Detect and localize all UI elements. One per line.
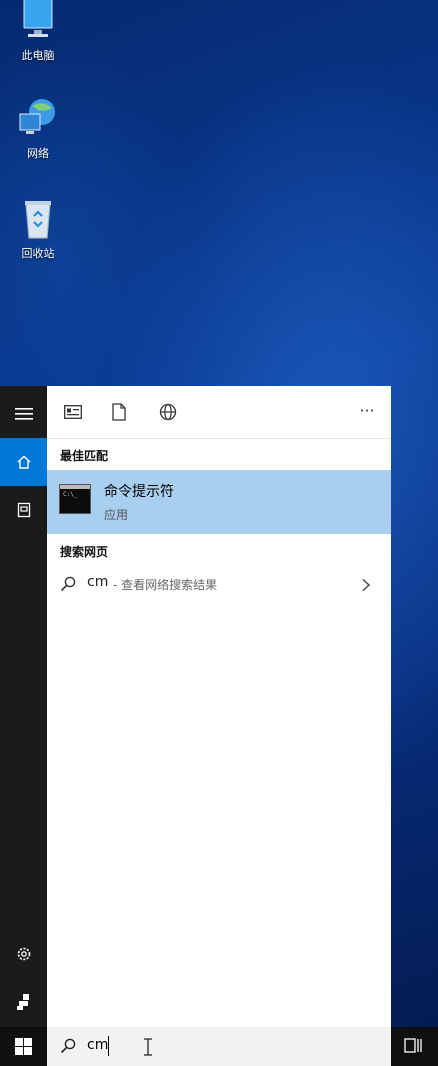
chevron-right-icon[interactable] — [361, 577, 371, 596]
network-icon — [16, 98, 60, 142]
desktop-icon-label: 回收站 — [21, 247, 55, 260]
task-view-icon[interactable] — [404, 1037, 424, 1059]
search-web-heading: 搜索网页 — [60, 545, 109, 559]
desktop-icon-label: 网络 — [27, 147, 49, 160]
ibeam-cursor-icon — [143, 1038, 153, 1060]
user-icon[interactable] — [0, 978, 47, 1026]
windows-logo-icon — [15, 1038, 32, 1055]
taskbar: cm — [0, 1027, 438, 1066]
best-match-subtitle: 应用 — [104, 508, 129, 522]
filter-toolbar: ··· — [47, 386, 391, 439]
start-menu-rail — [0, 386, 47, 1027]
more-icon[interactable]: ··· — [357, 400, 377, 420]
apps-filter-icon[interactable] — [63, 402, 83, 422]
desktop-icon-this-pc[interactable]: 此电脑 — [8, 0, 68, 63]
desktop-icon-label: 此电脑 — [21, 49, 55, 62]
recycle-bin-icon — [16, 198, 60, 242]
web-filter-icon[interactable] — [158, 402, 178, 422]
desktop-icon-recycle-bin[interactable]: 回收站 — [8, 198, 68, 261]
web-search-item[interactable]: cm - 查看网络搜索结果 — [47, 569, 391, 599]
search-icon — [60, 576, 76, 596]
web-search-query: cm — [87, 574, 109, 590]
command-prompt-icon: C:\_ — [59, 484, 91, 514]
settings-icon[interactable] — [0, 930, 47, 978]
document-filter-icon[interactable] — [109, 402, 129, 422]
home-icon[interactable] — [0, 438, 47, 486]
best-match-heading: 最佳匹配 — [60, 449, 109, 463]
documents-icon[interactable] — [0, 486, 47, 534]
text-caret — [108, 1036, 109, 1056]
hamburger-icon[interactable] — [0, 390, 47, 438]
taskbar-search-box[interactable]: cm — [47, 1027, 391, 1066]
web-search-hint: - 查看网络搜索结果 — [113, 578, 218, 592]
search-results-panel: ··· 最佳匹配 C:\_ 命令提示符 应用 搜索网页 cm - 查看网络搜索结… — [47, 386, 391, 1027]
this-pc-icon — [16, 0, 60, 44]
best-match-title: 命令提示符 — [104, 484, 174, 500]
search-input[interactable]: cm — [87, 1037, 108, 1053]
start-button[interactable] — [0, 1027, 47, 1066]
best-match-item[interactable]: C:\_ 命令提示符 应用 — [47, 470, 391, 534]
command-prompt-icon-text: C:\_ — [63, 491, 78, 498]
desktop-icon-network[interactable]: 网络 — [8, 98, 68, 161]
search-icon — [60, 1038, 76, 1058]
